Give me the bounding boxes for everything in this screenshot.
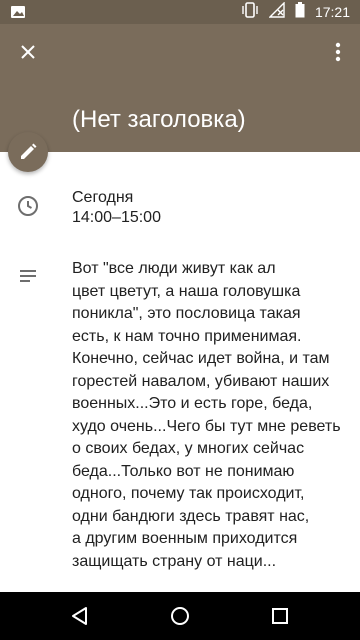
home-icon xyxy=(171,607,189,625)
more-vert-icon xyxy=(335,42,341,62)
notes-icon xyxy=(16,264,40,288)
status-time: 17:21 xyxy=(314,4,350,20)
vibrate-icon xyxy=(241,1,259,23)
status-bar: 17:21 xyxy=(0,0,360,24)
back-button[interactable] xyxy=(68,604,92,628)
home-button[interactable] xyxy=(168,604,192,628)
close-icon xyxy=(21,45,35,59)
edit-button[interactable] xyxy=(8,132,48,172)
clock-icon xyxy=(16,194,40,218)
navigation-bar xyxy=(0,592,360,640)
event-description: Вот "все люди живут как ал цвет цветут, … xyxy=(72,260,341,570)
event-time-row: Сегодня 14:00–15:00 xyxy=(0,184,360,234)
back-icon xyxy=(72,607,87,625)
pencil-icon xyxy=(21,143,37,159)
recents-button[interactable] xyxy=(268,604,292,628)
event-header: (Нет заголовка) xyxy=(0,24,360,152)
close-button[interactable] xyxy=(14,38,42,66)
event-title: (Нет заголовка) xyxy=(72,106,246,133)
more-options-button[interactable] xyxy=(326,38,350,66)
image-icon xyxy=(10,4,26,20)
no-signal-icon xyxy=(268,0,285,23)
battery-icon xyxy=(295,1,305,23)
recents-icon xyxy=(272,608,288,624)
event-date: Сегодня xyxy=(72,189,134,206)
event-description-row: Вот "все люди живут как ал цвет цветут, … xyxy=(0,256,360,570)
event-time-range: 14:00–15:00 xyxy=(72,209,161,226)
